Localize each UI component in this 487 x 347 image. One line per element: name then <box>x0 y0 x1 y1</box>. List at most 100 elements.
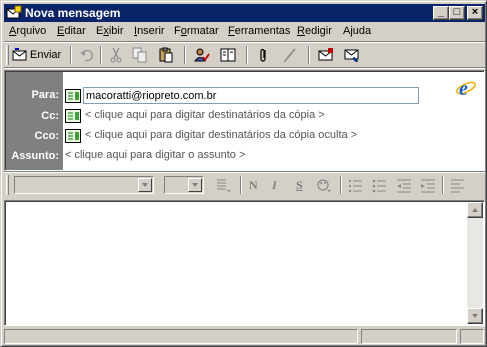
send-button[interactable]: Enviar <box>10 45 66 65</box>
align-left-icon <box>451 179 464 193</box>
message-window: Nova mensagem _ □ × Arquivo Editar Exibir I… <box>0 0 487 347</box>
attach-icon <box>260 48 266 62</box>
font-name-dropdown-button[interactable] <box>138 178 152 192</box>
undo-button[interactable] <box>78 45 96 65</box>
bullet-list-icon <box>372 179 386 193</box>
to-address-book-icon[interactable] <box>65 89 81 103</box>
status-bar <box>4 328 485 345</box>
check-names-icon <box>194 48 210 62</box>
font-name-dropdown[interactable] <box>14 176 154 194</box>
underline-button[interactable]: S <box>296 178 303 193</box>
subject-label: Assunto: <box>11 150 59 162</box>
address-book-icon <box>220 48 236 62</box>
toolbar-grip[interactable] <box>6 45 9 65</box>
header-pane: Para: Cc: Cco: Assunto: macoratti@riopre… <box>4 70 485 171</box>
arrow-down-icon <box>472 314 478 318</box>
digital-sign-icon <box>344 49 359 63</box>
toolbar-separator <box>240 176 242 194</box>
check-names-button[interactable] <box>192 45 212 65</box>
numbered-list-button[interactable] <box>346 175 366 195</box>
menu-formatar[interactable]: Formatar <box>174 25 219 37</box>
copy-button[interactable] <box>130 45 150 65</box>
attach-button[interactable] <box>254 45 274 65</box>
toolbar-separator <box>184 46 186 64</box>
chevron-down-icon <box>192 183 198 187</box>
undo-icon <box>80 49 94 62</box>
encrypt-icon <box>318 48 333 61</box>
menu-redigir[interactable]: Redigir <box>297 25 332 37</box>
decrease-indent-icon <box>397 179 411 193</box>
cut-button[interactable] <box>106 45 126 65</box>
internet-explorer-logo-icon: e <box>455 77 477 100</box>
bcc-field[interactable]: < clique aqui para digitar destinatários… <box>85 129 357 141</box>
toolbar-separator <box>70 46 72 64</box>
signature-button[interactable] <box>280 45 300 65</box>
to-field[interactable] <box>83 87 419 104</box>
cc-address-book-icon[interactable] <box>65 109 81 123</box>
window-title: Nova mensagem <box>25 6 121 20</box>
status-panel-secondary <box>361 329 457 344</box>
paste-button[interactable] <box>156 45 176 65</box>
increase-indent-icon <box>421 179 435 193</box>
bold-button[interactable]: N <box>249 178 258 193</box>
decrease-indent-button[interactable] <box>394 175 414 195</box>
close-button[interactable]: × <box>467 6 483 20</box>
align-left-button[interactable] <box>448 175 468 195</box>
italic-button[interactable]: I <box>272 178 277 193</box>
cc-label: Cc: <box>41 110 59 122</box>
format-toolbar-grip[interactable] <box>6 175 9 195</box>
header-label-column: Para: Cc: Cco: Assunto: <box>6 72 63 170</box>
cut-icon <box>110 47 122 63</box>
toolbar-separator <box>100 46 102 64</box>
menu-inserir[interactable]: Inserir <box>134 25 165 37</box>
title-bar[interactable]: Nova mensagem _ □ × <box>4 4 485 22</box>
scroll-up-button[interactable] <box>467 202 483 218</box>
menu-ferramentas[interactable]: Ferramentas <box>228 25 290 37</box>
status-panel-resize[interactable] <box>460 329 484 344</box>
toolbar-separator <box>442 176 444 194</box>
to-label: Para: <box>31 89 59 101</box>
paste-icon <box>159 47 173 63</box>
color-button[interactable] <box>314 175 334 195</box>
chevron-down-icon <box>142 183 148 187</box>
maximize-button[interactable]: □ <box>449 6 465 20</box>
cc-field[interactable]: < clique aqui para digitar destinatários… <box>85 109 325 121</box>
bullet-list-button[interactable] <box>370 175 390 195</box>
minimize-button[interactable]: _ <box>433 6 449 20</box>
font-size-dropdown-button[interactable] <box>188 178 202 192</box>
bcc-label: Cco: <box>34 130 59 142</box>
toolbar-separator <box>246 46 248 64</box>
scroll-down-button[interactable] <box>467 308 483 324</box>
menu-editar[interactable]: Editar <box>57 25 86 37</box>
menu-bar: Arquivo Editar Exibir Inserir Formatar Ferram… <box>4 23 485 41</box>
digital-sign-button[interactable] <box>342 45 362 65</box>
signature-icon <box>283 48 296 63</box>
menu-ajuda[interactable]: Ajuda <box>343 25 371 37</box>
paragraph-style-button[interactable] <box>214 175 234 195</box>
send-label: Enviar <box>30 49 62 61</box>
send-icon <box>12 48 27 61</box>
paragraph-style-icon <box>217 179 231 192</box>
copy-icon <box>132 47 147 63</box>
numbered-list-icon <box>349 180 362 192</box>
menu-arquivo[interactable]: Arquivo <box>9 25 46 37</box>
bcc-address-book-icon[interactable] <box>65 129 81 143</box>
svg-text:e: e <box>459 78 468 99</box>
encrypt-button[interactable] <box>316 45 336 65</box>
new-message-icon <box>6 5 22 21</box>
address-book-button[interactable] <box>218 45 238 65</box>
menu-exibir[interactable]: Exibir <box>96 25 124 37</box>
format-toolbar: N I S <box>4 173 485 197</box>
toolbar-separator <box>308 46 310 64</box>
arrow-up-icon <box>472 208 478 212</box>
message-body[interactable] <box>4 200 485 326</box>
increase-indent-button[interactable] <box>418 175 438 195</box>
subject-field[interactable]: < clique aqui para digitar o assunto > <box>65 149 245 161</box>
main-toolbar: Enviar <box>4 43 485 67</box>
toolbar-separator <box>340 176 342 194</box>
color-icon <box>317 179 331 192</box>
toolbar-divider <box>4 67 485 69</box>
font-size-dropdown[interactable] <box>164 176 204 194</box>
status-panel-main <box>4 329 358 344</box>
vertical-scrollbar[interactable] <box>467 202 483 324</box>
